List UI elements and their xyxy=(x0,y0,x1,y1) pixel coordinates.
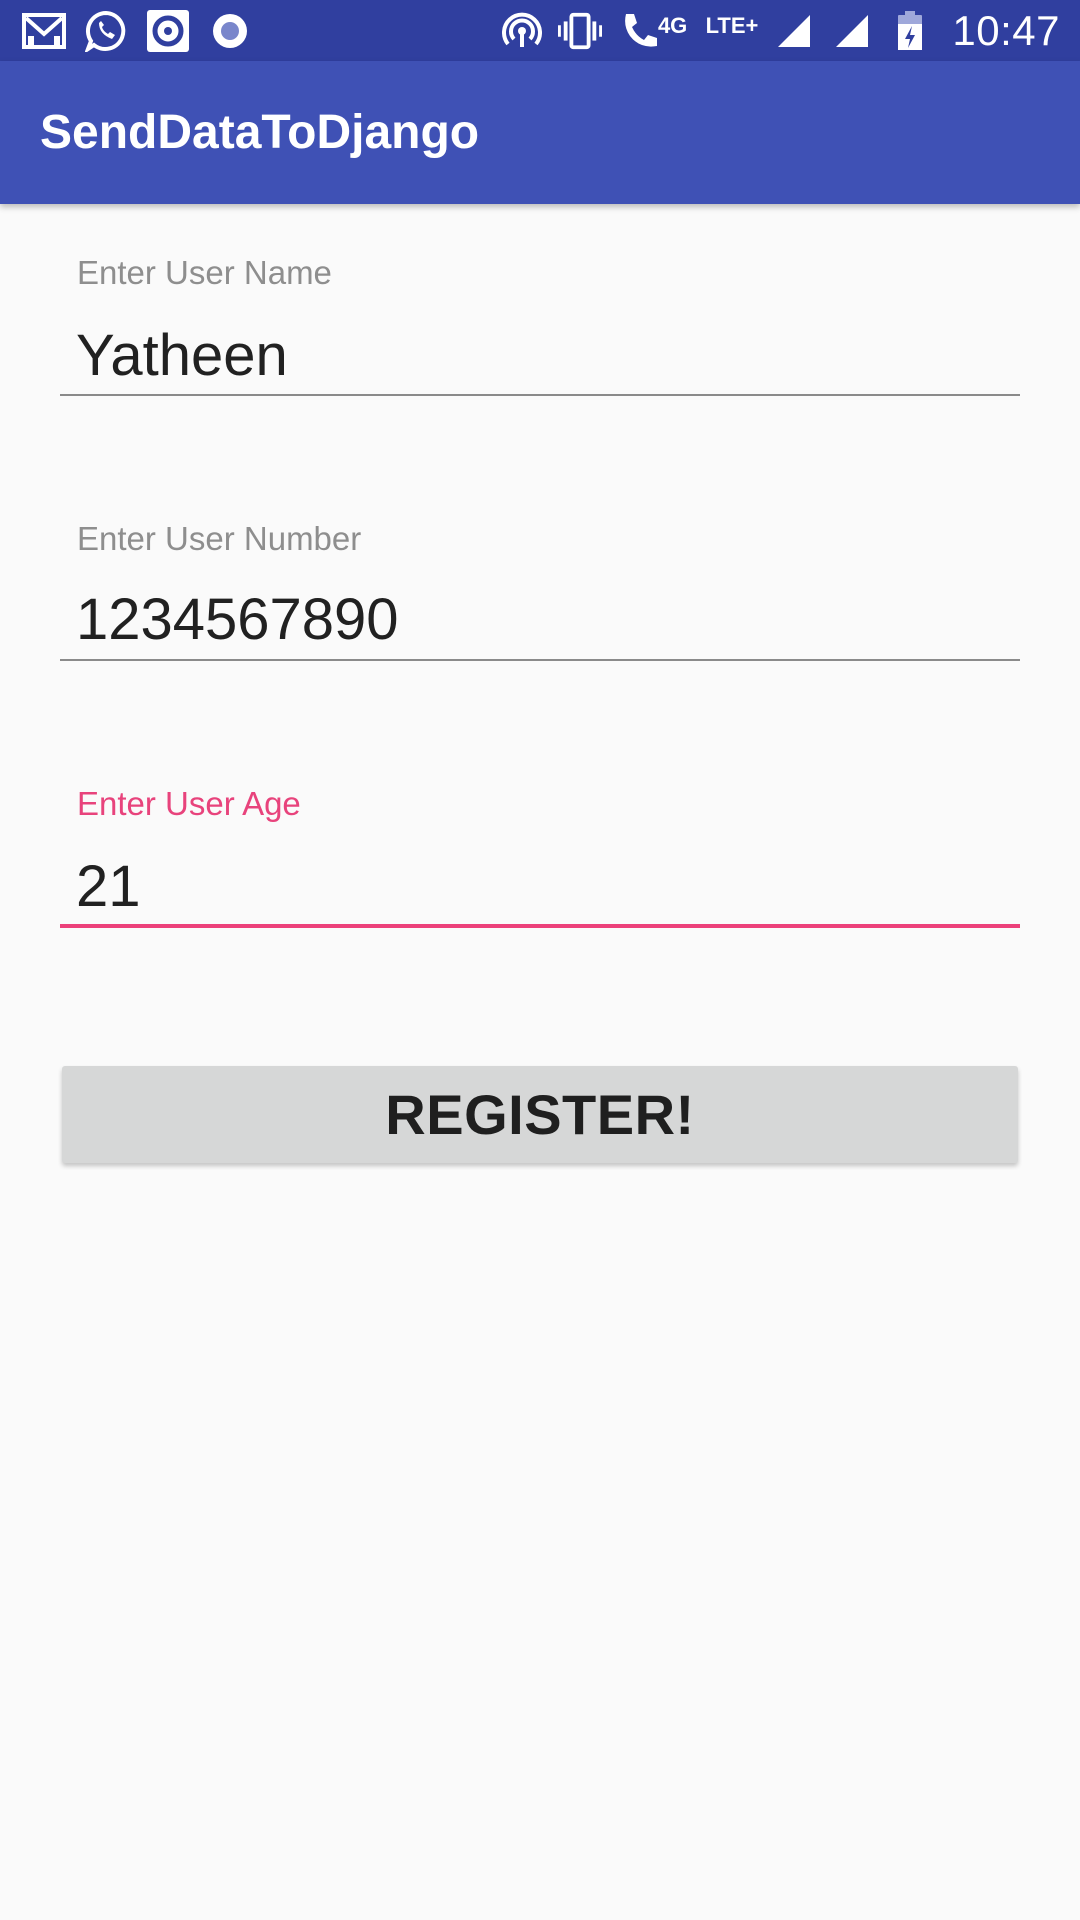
user-number-underline xyxy=(60,659,1020,661)
user-name-label: Enter User Name xyxy=(77,254,332,291)
app-bar: SendDataToDjango xyxy=(0,61,1080,204)
clock: 10:47 xyxy=(952,7,1060,54)
user-number-input[interactable]: 1234567890 xyxy=(76,586,399,653)
network-type-label: LTE+ xyxy=(705,13,759,38)
register-button[interactable]: REGISTER! xyxy=(62,1066,1018,1163)
status-bar: 4G LTE+ 10:47 xyxy=(0,0,1080,61)
gmail-icon xyxy=(22,9,66,53)
hotspot-icon xyxy=(500,9,544,53)
user-number-label: Enter User Number xyxy=(77,520,362,557)
vibrate-icon xyxy=(557,9,602,53)
battery-charging-icon xyxy=(888,9,932,53)
user-age-field[interactable]: Enter User Age 21 xyxy=(60,781,1020,931)
user-name-field[interactable]: Enter User Name Yatheen xyxy=(60,250,1020,400)
signal-icon xyxy=(772,9,816,53)
user-name-input[interactable]: Yatheen xyxy=(76,322,288,389)
user-age-underline xyxy=(60,924,1020,928)
user-number-field[interactable]: Enter User Number 1234567890 xyxy=(60,516,1020,666)
user-name-underline xyxy=(60,394,1020,396)
record-icon xyxy=(208,9,252,53)
user-age-label: Enter User Age xyxy=(77,785,301,822)
volte-call-icon: 4G xyxy=(616,9,692,53)
app-title: SendDataToDjango xyxy=(40,106,480,159)
music-player-icon xyxy=(146,9,190,53)
user-age-input[interactable]: 21 xyxy=(76,853,141,920)
network-4g-label: 4G xyxy=(657,13,688,38)
signal-icon xyxy=(830,9,874,53)
whatsapp-icon xyxy=(84,9,128,53)
